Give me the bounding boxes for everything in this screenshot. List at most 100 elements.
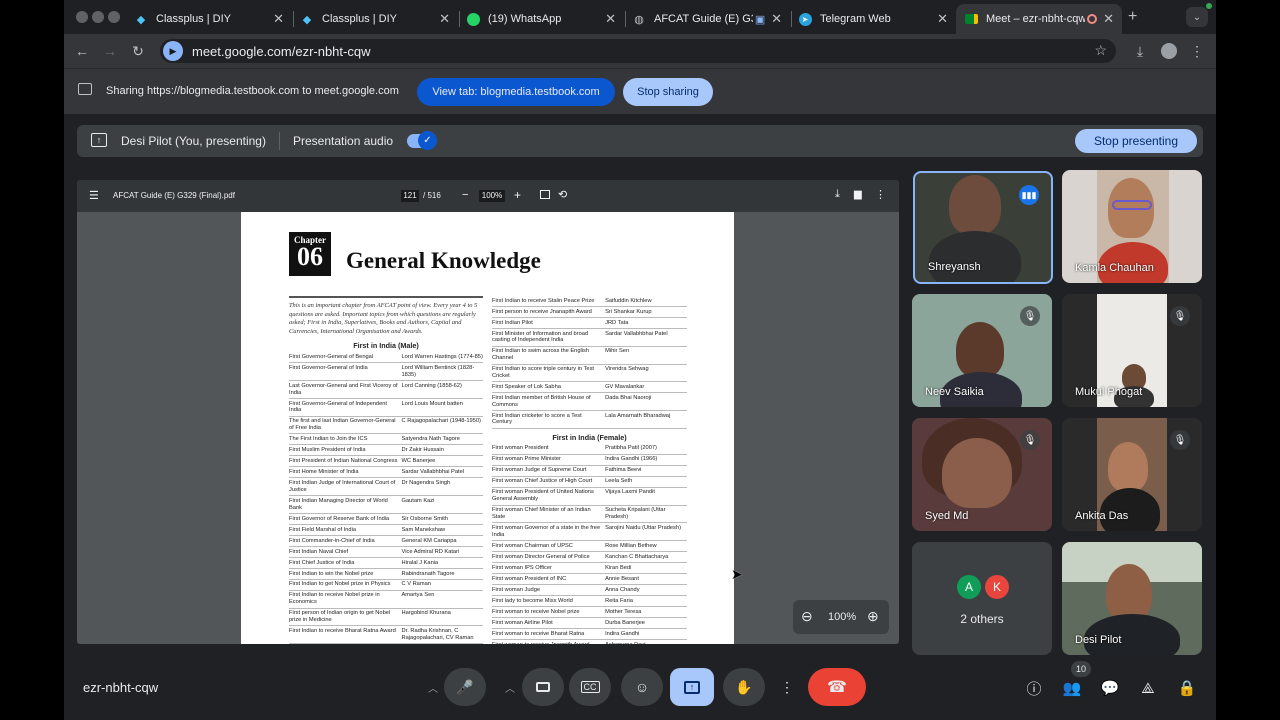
table-cell-label: First Indian to score triple century in … [492,366,594,379]
stop-sharing-button[interactable]: Stop sharing [623,78,713,106]
mic-off-icon: 🎙 [1170,430,1190,450]
participant-tile-desi-pilot[interactable]: Desi Pilot [1062,542,1202,655]
table-cell-value: Dr Nagendra Singh [401,480,451,487]
close-icon[interactable]: ✕ [1103,11,1114,27]
reload-icon[interactable]: ↻ [129,42,147,60]
table-row: First woman Airline Pilot Durba Banerjee [492,618,687,629]
browser-tab-meet[interactable]: Meet – ezr-nbht-cqw ✕ [956,4,1122,34]
table-cell-label: First Indian cricketer to score a Test C… [492,412,582,426]
more-vert-icon[interactable]: ⋮ [875,188,886,201]
table-row: First Chief Justice of India Hiralal J Ka… [289,558,483,569]
download-icon[interactable]: ⤓ [835,188,840,201]
participant-tile-syed-md[interactable]: 🎙 Syed Md [912,418,1052,531]
fit-page-icon[interactable] [540,190,550,199]
presentation-audio-toggle[interactable]: ✓ [407,131,437,150]
table-cell-value: Gautam Kazi [401,497,435,504]
window-maximize-dot[interactable] [108,11,120,23]
captions-button[interactable]: CC [569,668,611,706]
participant-tile-mukul-phogat[interactable]: 🎙 Mukul Phogat [1062,294,1202,407]
intro-text: This is an important chapter from AFCAT … [289,302,478,335]
tab-search-chevron-icon[interactable]: ⌄ [1186,7,1208,27]
audio-options-chevron-icon[interactable]: ︿ [428,680,438,695]
host-controls-icon[interactable]: 🔒 [1177,678,1197,698]
close-icon[interactable]: ✕ [439,11,450,27]
window-minimize-dot[interactable] [92,11,104,23]
close-icon[interactable]: ✕ [937,11,948,27]
pdf-page-input[interactable]: 121 [401,190,419,202]
profile-avatar-icon[interactable] [1160,42,1178,60]
browser-tab-whatsapp[interactable]: (19) WhatsApp ✕ [458,4,624,34]
meet-window: ↑ Desi Pilot (You, presenting) Presentat… [64,114,1216,720]
table-row: First Indian to receive Bharat Ratna Awa… [289,626,483,644]
participant-tile-shreyansh[interactable]: ▮▮▮ Shreyansh [913,171,1053,284]
more-vert-icon: ⋮ [780,678,794,695]
more-options-button[interactable]: ⋮ [773,668,801,706]
reactions-button[interactable]: ☺ [621,668,663,706]
participant-tile-others[interactable]: A K 2 others [912,542,1052,655]
browser-tab-classplus-1[interactable]: ◆ Classplus | DIY ✕ [126,4,292,34]
table-cell-value: Sarojini Naidu (Uttar Pradesh) [605,524,681,531]
stop-presenting-button[interactable]: Stop presenting [1075,129,1197,153]
participant-tile-ankita-das[interactable]: 🎙 Ankita Das [1062,418,1202,531]
participant-tile-neev-saikia[interactable]: 🎙 Neev Saikia [912,294,1052,407]
people-icon[interactable]: 👥 [1062,678,1082,698]
table-cell-value: Rose Millian Bethew [605,542,657,549]
table-cell-label: The First Indian to Join the ICS [289,436,368,443]
meet-icon [964,12,978,26]
table-cell-value: General KM Cariappa [401,537,457,544]
window-close-dot[interactable] [76,11,88,23]
forward-arrow-icon[interactable]: → [101,42,119,60]
activities-icon[interactable]: ⟁ [1138,678,1158,698]
chat-icon[interactable]: 💬 [1100,678,1120,698]
print-icon[interactable]: ▆ [854,189,862,200]
browser-tab-telegram[interactable]: ➤ Telegram Web ✕ [790,4,956,34]
rotate-icon[interactable]: ⟲ [558,188,567,201]
table-cell-value: Sir Osborne Smith [401,515,448,522]
view-tab-button[interactable]: View tab: blogmedia.testbook.com [417,78,615,106]
pdf-toolbar: ☰ AFCAT Guide (E) G329 (Final).pdf 121 /… [77,180,899,212]
table-cell-value: Sardar Vallabhbhai Patel [401,469,465,476]
table-row: First Indian Managing Director of World … [289,496,483,514]
table-cell-label: First person to receive Jnanapith Award [492,308,592,315]
table-cell-label: First Commander-in-Chief of India [289,537,375,544]
pdf-zoom-input[interactable]: 100% [479,190,505,202]
back-arrow-icon[interactable]: ← [73,42,91,60]
bookmark-star-icon[interactable]: ☆ [1094,42,1107,59]
download-icon[interactable]: ⤓ [1131,42,1149,60]
zoom-in-icon[interactable]: ⊕ [867,608,879,625]
table-row: First woman to receive Jnanpith AwardAsh… [492,640,687,644]
table-cell-label: First Indian to receive Stalin Peace Pri… [492,297,595,304]
close-icon[interactable]: ✕ [273,11,284,27]
camera-button[interactable] [522,668,564,706]
new-tab-plus-icon[interactable]: + [1128,8,1137,26]
table-row: First lady to become Miss World Reita Far… [492,596,687,608]
others-avatars: A K [957,575,1013,599]
table-cell-value: Anna Chandy [605,586,640,593]
participant-tile-kamla-chauhan[interactable]: Kamla Chauhan [1062,170,1202,283]
zoom-plus-icon[interactable]: + [514,188,521,202]
leave-call-button[interactable]: ☎ [808,668,866,706]
browser-menu-icon[interactable]: ⋮ [1188,42,1206,60]
table-cell-label: Last Governor-General and First Viceroy … [289,382,398,396]
close-icon[interactable]: ✕ [605,11,616,27]
table-cell-label: First woman to receive Nobel prize [492,608,580,615]
zoom-out-icon[interactable]: ⊖ [801,608,813,625]
close-icon[interactable]: ✕ [771,11,782,27]
tab-title: Telegram Web [820,13,891,25]
video-options-chevron-icon[interactable]: ︿ [505,680,515,695]
browser-tab-afcat[interactable]: ◍ AFCAT Guide (E) G3 ▣ ✕ [624,4,790,34]
table-cell-value: C V Raman [401,581,431,588]
microphone-button[interactable]: 🎤 [444,668,486,706]
site-info-icon[interactable]: ▶ [163,41,183,61]
screen-share-icon [78,83,92,95]
zoom-minus-icon[interactable]: − [462,189,468,201]
table-row: First woman Prime Minister Indira Gandhi … [492,455,687,466]
hamburger-menu-icon[interactable]: ☰ [89,189,99,202]
table-row: First Speaker of Lok Sabha GV Mavalankar [492,382,687,394]
mic-off-icon: 🎙 [1020,306,1040,326]
info-icon[interactable]: ⓘ [1024,678,1044,698]
browser-tab-classplus-2[interactable]: ◆ Classplus | DIY ✕ [292,4,458,34]
present-now-button[interactable]: ↑ [670,668,714,706]
address-bar[interactable]: ▶ meet.google.com/ezr-nbht-cqw ☆ [160,39,1116,63]
raise-hand-button[interactable]: ✋ [723,668,765,706]
